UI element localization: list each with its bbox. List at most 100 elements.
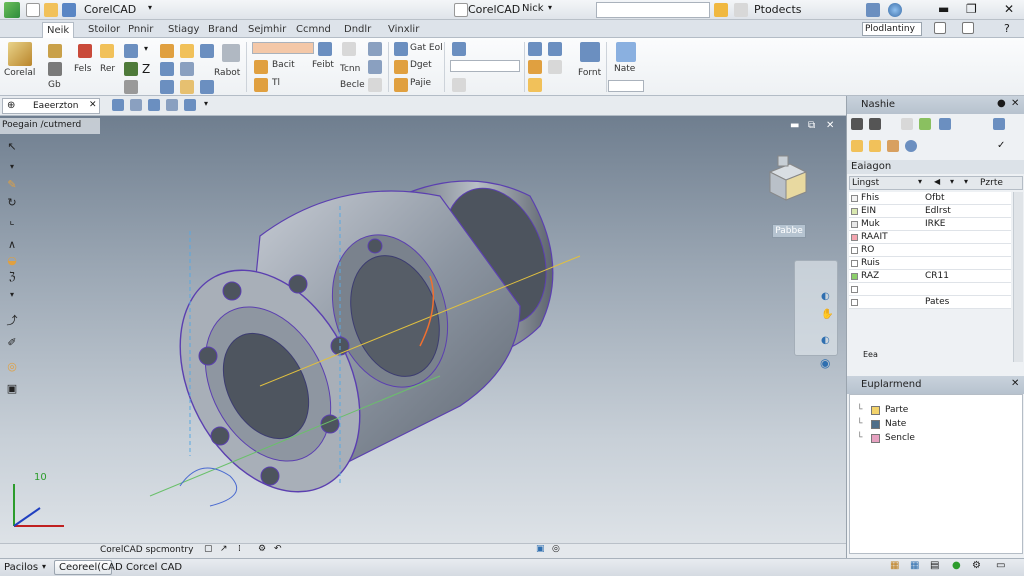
offset-icon[interactable] (180, 44, 194, 58)
chevron-down-icon[interactable]: ▾ (918, 177, 922, 186)
polyline-icon[interactable] (48, 62, 62, 76)
minimize-icon[interactable]: ▬ (790, 120, 799, 131)
snap-icon[interactable] (452, 42, 466, 56)
view-icon[interactable] (130, 99, 142, 111)
paste-icon[interactable] (394, 78, 408, 92)
zoom-icon[interactable]: Z (142, 62, 150, 76)
snap-icon[interactable]: ◒ (5, 254, 19, 268)
drawing-viewport[interactable]: Poegain /cutmerd ▬ ⧉ ✕ Pabbe ◐ ✋ ◐ ◉ 10 (0, 116, 846, 543)
section-icon[interactable] (548, 60, 562, 74)
orbit-icon[interactable]: ◉ (820, 356, 830, 370)
new-file-icon[interactable] (26, 3, 40, 17)
record-icon[interactable]: ◎ (552, 544, 560, 554)
open-file-icon[interactable] (44, 3, 58, 17)
edit-icon[interactable] (254, 60, 268, 74)
panel-icon[interactable] (934, 22, 946, 34)
tab-dndlr[interactable]: Dndlr (340, 22, 375, 38)
window-settings-icon[interactable] (866, 3, 880, 17)
camera-icon[interactable] (548, 42, 562, 56)
tool-icon[interactable] (919, 118, 931, 130)
grid-icon[interactable]: ▦ (890, 560, 899, 571)
corel-app-icon[interactable] (8, 42, 32, 66)
tab-stiagy[interactable]: Stiagy (164, 22, 203, 38)
refresh-icon[interactable] (905, 140, 917, 152)
table-row[interactable]: Ruis (849, 257, 1011, 270)
maximize-icon[interactable]: ⧉ (808, 120, 815, 131)
zoom-icon[interactable]: ◐ (821, 291, 830, 302)
chevron-down-icon[interactable]: ▾ (204, 99, 208, 108)
table-row[interactable] (849, 283, 1011, 296)
view-icon[interactable] (166, 99, 178, 111)
search-box[interactable] (596, 2, 710, 18)
chevron-down-icon[interactable]: ▾ (964, 177, 968, 186)
insert-icon[interactable] (200, 80, 214, 94)
table-row[interactable]: RAZ CR11 (849, 270, 1011, 283)
help-icon[interactable] (734, 3, 748, 17)
edit-icon[interactable]: ✓ (997, 140, 1005, 151)
draw-icon[interactable]: ✎ (5, 178, 19, 192)
undo-icon[interactable]: ↶ (274, 544, 282, 554)
light-icon[interactable] (528, 78, 542, 92)
table-icon[interactable] (368, 78, 382, 92)
tab-vinxlir[interactable]: Vinxlir (384, 22, 423, 38)
pen-icon[interactable]: ✐ (5, 336, 19, 350)
move-icon[interactable] (124, 44, 138, 58)
match-icon[interactable] (394, 60, 408, 74)
sync-icon[interactable] (254, 78, 268, 92)
tool-icon[interactable] (851, 118, 863, 130)
navigation-bar[interactable]: ◐ ✋ ◐ (794, 260, 838, 356)
tool-icon[interactable] (993, 118, 1005, 130)
layout-tab[interactable]: Ceoreel(CAD (54, 560, 123, 575)
text-icon[interactable] (342, 42, 356, 56)
save-icon[interactable] (62, 3, 76, 17)
layer-dropdown[interactable] (252, 42, 314, 54)
view-icon[interactable] (452, 78, 466, 92)
panel-scrollbar[interactable] (1013, 192, 1023, 362)
tab-neik[interactable]: Neik (42, 22, 75, 38)
table-row[interactable]: Pates (849, 296, 1011, 309)
view-icon[interactable] (148, 99, 160, 111)
rotate-icon[interactable]: ↻ (5, 196, 19, 210)
dropdown-icon[interactable] (714, 3, 728, 17)
array-icon[interactable] (180, 80, 194, 94)
note-dropdown[interactable] (608, 80, 644, 92)
chevron-down-icon[interactable]: ▾ (548, 3, 552, 12)
properties-icon[interactable] (394, 42, 408, 56)
dimension-icon[interactable] (368, 42, 382, 56)
grid-icon[interactable]: ⁞ (238, 544, 241, 554)
layer-color-swatch[interactable] (851, 260, 858, 267)
tab-brand[interactable]: Brand (204, 22, 242, 38)
close-icon[interactable]: ✕ (1011, 98, 1019, 109)
properties-icon[interactable]: ▣ (5, 382, 19, 396)
tool-icon[interactable] (869, 118, 881, 130)
table-row[interactable]: Fhis Ofbt (849, 192, 1011, 205)
close-icon[interactable]: ✕ (1004, 2, 1014, 16)
tab-pnnir[interactable]: Pnnir (124, 22, 157, 38)
layer-color-swatch[interactable] (851, 234, 858, 241)
linetype-dropdown[interactable] (450, 60, 520, 72)
trim-icon[interactable] (160, 44, 174, 58)
layer-color-swatch[interactable] (851, 247, 858, 254)
tool-icon[interactable] (901, 118, 913, 130)
folder-icon[interactable] (869, 140, 881, 152)
table-row[interactable]: Muk IRKE (849, 218, 1011, 231)
layer-color-swatch[interactable] (851, 273, 858, 280)
app-logo-icon[interactable] (4, 2, 20, 18)
view-cube-label[interactable]: Pabbe (772, 224, 806, 238)
arc-icon[interactable] (124, 80, 138, 94)
minimize-icon[interactable]: ▬ (938, 2, 949, 16)
leader-icon[interactable] (368, 60, 382, 74)
close-icon[interactable]: ✕ (826, 120, 834, 131)
tab-stoilor[interactable]: Stoilor (84, 22, 124, 38)
layer-color-swatch[interactable] (851, 299, 858, 306)
command-text[interactable]: CorelCAD spcmontry (100, 545, 193, 555)
table-row[interactable]: RAAIT (849, 231, 1011, 244)
robot-icon[interactable] (222, 44, 240, 62)
arc-icon[interactable]: ⌞ (5, 214, 19, 228)
view-icon[interactable] (112, 99, 124, 111)
tab-ccmnd[interactable]: Ccmnd (292, 22, 335, 38)
line-icon[interactable]: ∧ (5, 238, 19, 252)
format-icon[interactable] (580, 42, 600, 62)
block-icon[interactable] (200, 44, 214, 58)
layout-tab-label[interactable]: Corcel CAD (126, 562, 182, 573)
